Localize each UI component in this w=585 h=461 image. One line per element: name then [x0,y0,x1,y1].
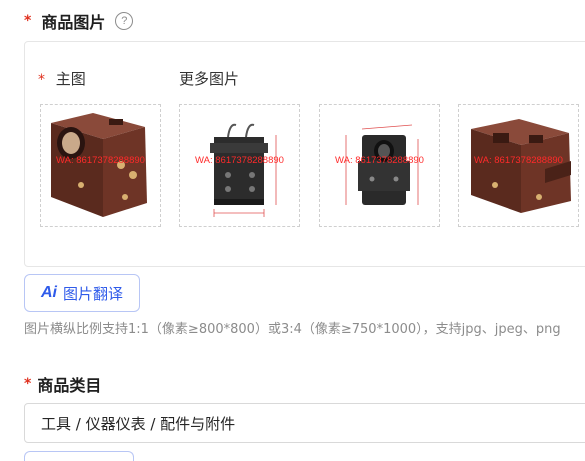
product-images-title: * 商品图片 ? [24,9,134,33]
more-image-thumbnail-2[interactable]: WA: 8617378288890 [319,104,440,227]
required-mark: * [24,376,32,392]
watermark: WA: 8617378288890 [335,155,424,166]
watermark: WA: 8617378288890 [56,155,145,166]
product-category-label: 商品类目 [37,376,102,395]
watermark: WA: 8617378288890 [195,155,284,166]
category-selector[interactable]: 工具 / 仪器仪表 / 配件与附件 [24,403,585,443]
required-mark: * [24,13,32,29]
partial-button[interactable] [24,451,134,461]
image-translate-button[interactable]: Ai 图片翻译 [24,274,140,312]
more-image-thumbnail-1[interactable]: WA: 8617378288890 [179,104,300,227]
main-image-thumbnail[interactable]: WA: 8617378288890 [40,104,161,227]
image-translate-label: 图片翻译 [62,284,123,303]
product-category-title: * 商品类目 [24,372,101,396]
more-images-label: 更多图片 [179,70,240,88]
ai-icon: Ai [40,284,57,301]
more-image-thumbnail-3[interactable]: WA: 8617378288890 [458,104,579,227]
image-requirements-hint: 图片横纵比例支持1:1（像素≥800*800）或3:4（像素≥750*1000）… [24,322,561,337]
product-images-label: 商品图片 [41,13,106,32]
question-circle-icon[interactable]: ? [115,12,134,30]
watermark: WA: 8617378288890 [474,155,563,166]
category-value: 工具 / 仪器仪表 / 配件与附件 [41,414,236,433]
required-mark: * [38,72,45,88]
main-image-label: * 主图 [38,70,86,88]
